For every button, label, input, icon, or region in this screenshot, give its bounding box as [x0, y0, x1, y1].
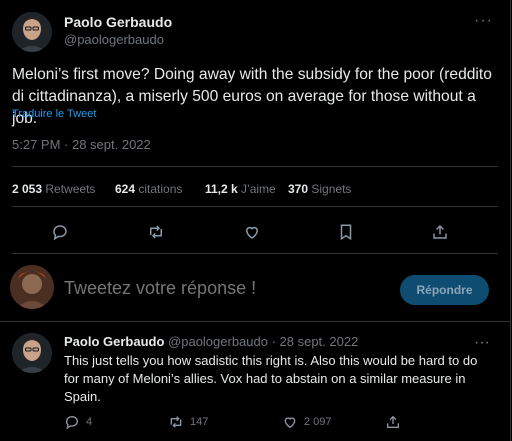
share-icon[interactable] [428, 220, 452, 244]
reply-icon[interactable] [48, 220, 72, 244]
person-photo-icon [12, 333, 52, 373]
reply-retweet-action[interactable]: 147 [168, 414, 208, 430]
current-user-avatar[interactable] [10, 265, 54, 309]
likes-stat[interactable]: 11,2 k J’aime [205, 182, 276, 196]
divider [12, 206, 498, 207]
reply-button[interactable]: Répondre [400, 275, 489, 305]
person-photo-icon [12, 12, 52, 52]
reply-share-action[interactable] [385, 414, 401, 430]
reply-author-name[interactable]: Paolo Gerbaudo [64, 334, 164, 349]
reply-count: 4 [86, 416, 93, 428]
like-count: 2 097 [304, 416, 332, 428]
reply-icon [65, 416, 78, 430]
reply-like-action[interactable]: 2 097 [282, 414, 332, 430]
reply-meta[interactable]: @paologerbaudo · 28 sept. 2022 [168, 334, 358, 349]
retweet-count: 147 [190, 416, 209, 428]
reply-text: This just tells you how sadistic this ri… [64, 353, 478, 404]
like-icon [284, 417, 296, 429]
divider [12, 253, 498, 254]
share-icon [387, 415, 399, 428]
bookmarks-stat[interactable]: 370 Signets [288, 182, 351, 196]
retweet-icon [170, 416, 182, 428]
divider [0, 321, 510, 322]
reply-reply-action[interactable]: 4 [64, 414, 92, 430]
user-photo-icon [10, 265, 54, 309]
reply-header: Paolo Gerbaudo @paologerbaudo · 28 sept.… [64, 334, 358, 349]
author-avatar[interactable] [12, 12, 52, 52]
more-options-icon[interactable]: ··· [474, 12, 493, 30]
author-handle[interactable]: @paologerbaudo [64, 32, 164, 47]
author-name[interactable]: Paolo Gerbaudo [64, 14, 172, 30]
translate-link[interactable]: Traduire le Tweet [12, 108, 96, 120]
retweet-icon[interactable] [144, 220, 168, 244]
reply-actions: 4 147 2 097 [0, 414, 510, 432]
quotes-stat[interactable]: 624 citations [115, 182, 182, 196]
reply-more-options-icon[interactable]: ··· [474, 334, 490, 352]
tweet-text: Meloni’s first move? Doing away with the… [12, 66, 492, 127]
reply-input[interactable] [64, 278, 364, 299]
tweet-thread-panel: Paolo Gerbaudo @paologerbaudo ··· Meloni… [0, 0, 511, 441]
tweet-timestamp[interactable]: 5:27 PM · 28 sept. 2022 [12, 137, 151, 152]
bookmark-icon[interactable] [334, 220, 358, 244]
like-icon[interactable] [240, 220, 264, 244]
retweets-stat[interactable]: 2 053 Retweets [12, 182, 95, 196]
tweet-actions [0, 220, 510, 244]
reply-author-avatar[interactable] [12, 333, 52, 373]
divider [12, 166, 498, 167]
